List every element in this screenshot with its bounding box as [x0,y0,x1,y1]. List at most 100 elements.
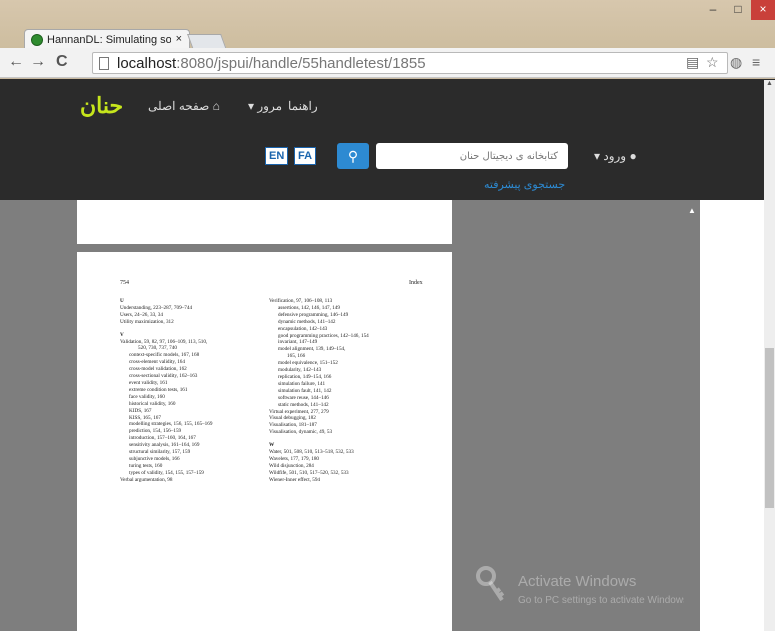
index-entry: encapsulation, 142–143 [278,325,328,332]
user-icon: ● [629,149,637,163]
menu-icon[interactable]: ≡ [752,54,760,70]
back-icon[interactable]: ← [8,53,24,71]
caret-down-icon: ▾ [594,149,601,163]
reload-icon[interactable]: C [56,53,68,71]
maximize-button[interactable]: □ [727,0,749,20]
index-entry: Validation, 59, 82, 97, 106–109, 113, 51… [120,338,208,345]
nav-browse-menu[interactable]: ▾ مرور [248,99,282,113]
index-entry: software reuse, 144–146 [278,394,329,401]
index-entry: modularity, 142–143 [278,367,322,374]
index-entry: Visual debugging, 182 [269,415,316,422]
index-column-left: U Understanding, 223–287, 709–744 Users, 2… [120,298,260,484]
index-entry: static methods, 141–142 [278,401,329,408]
login-menu[interactable]: ▾ ورود ● [594,149,637,163]
index-entry: Virtual experiment, 277, 279 [269,408,329,415]
index-entry: simulation fault, 141, 142 [278,387,332,394]
index-entry: model alignment, 139, 149–154, [278,346,346,353]
index-entry: cross-sectional validity, 162–163 [129,373,198,380]
scroll-up-icon[interactable]: ▲ [688,206,696,215]
index-entry: subjunctive models, 166 [129,455,180,462]
search-button[interactable]: ⚲ [337,143,369,169]
caret-down-icon: ▾ [248,99,255,113]
page-header: Index [409,280,423,286]
index-entry: Understanding, 223–287, 709–744 [120,304,193,311]
browser-titlebar: HannanDL: Simulating so × – □ × [0,0,775,51]
index-entry: model equivalence, 151–152 [278,360,338,367]
key-icon [476,566,505,602]
address-bar[interactable]: localhost:8080/jspui/handle/55handletest… [92,52,728,74]
document-page [77,200,452,244]
index-entry: KIDS, 167 [129,407,152,414]
index-entry: turing tests, 160 [129,462,163,469]
site-header: حنان صفحه اصلی ⌂ ▾ مرور راهنما EN FA ⚲ ▾… [0,79,775,200]
index-entry: invariant, 147–149 [278,339,318,346]
index-entry: Wiener-Inner effect, 594 [269,476,321,483]
index-entry: structural similarity, 157, 159 [129,449,191,456]
index-entry: Water, 501, 508, 510, 513–518, 532, 533 [269,449,354,456]
index-entry: historical validity, 160 [129,400,176,407]
index-entry: context-specific models, 167, 168 [129,352,200,359]
site-favicon-icon [31,34,43,46]
index-entry: Verification, 97, 106–108, 113 [269,298,333,304]
lang-en-button[interactable]: EN [265,147,289,165]
index-entry: Verbal argumentation, 98 [120,476,173,483]
index-entry: Visualisation, dynamic, 49, 53 [269,429,333,436]
lang-fa-button[interactable]: FA [294,147,317,165]
index-entry: KISS, 165, 167 [129,414,161,421]
page-number: 754 [120,280,129,286]
globe-icon[interactable]: ◍ [730,54,742,71]
index-letter-heading: V [120,331,124,338]
index-letter-heading: W [269,442,275,449]
index-entry: replication, 149–154, 166 [278,373,332,380]
nav-help-link[interactable]: راهنما [288,99,318,113]
home-icon: ⌂ [212,99,220,113]
activate-windows-subtitle: Go to PC settings to activate Windows. [518,595,691,606]
document-viewer[interactable]: 754 Index U Understanding, 223–287, 709–7… [0,200,700,631]
activate-windows-title: Activate Windows [518,573,637,590]
index-entry: defensive programming, 146–149 [278,311,349,318]
index-column-right: Verification, 97, 106–108, 113 assertions… [269,298,444,484]
search-icon: ⚲ [347,148,359,164]
search-input[interactable] [376,143,568,169]
index-entry: types of validity, 154, 155, 157–159 [129,469,204,476]
index-entry: cross-element validity, 164 [129,359,185,366]
index-entry: sensitivity analysis, 161–164, 169 [129,442,200,449]
index-entry: Visualisation, 181–187 [269,422,317,429]
index-entry: dynamic methods, 141–142 [278,318,336,325]
browser-toolbar: ← → C localhost:8080/jspui/handle/55hand… [0,48,775,78]
index-entry: modelling strategies, 156, 155, 165–169 [129,421,213,428]
index-letter-heading: U [120,298,124,304]
site-logo[interactable]: حنان [80,93,125,119]
index-entry: Wavelets, 177, 179, 180 [269,455,320,462]
index-entry: cross-model validation, 162 [129,366,187,373]
advanced-search-link[interactable]: جستجوی پیشرفته [484,178,565,191]
index-entry: assertions, 142, 146, 147, 149 [278,304,340,311]
index-entry: prediction, 154, 156–159 [129,428,182,435]
minimize-button[interactable]: – [701,0,725,20]
index-entry: Wild disjunction, 284 [269,462,314,469]
index-entry: 165, 166 [287,353,306,360]
tab-close-icon[interactable]: × [176,33,182,45]
forward-icon[interactable]: → [30,53,46,71]
viewer-scrollbar[interactable]: ▲ [684,206,700,631]
index-entry: extreme condition tests, 161 [129,386,188,393]
index-entry: Utility maximization, 312 [120,318,174,325]
url-text: localhost:8080/jspui/handle/55handletest… [117,55,426,72]
index-entry: good programming practices, 142–146, 154 [278,332,369,339]
tab-title: HannanDL: Simulating so [47,34,171,46]
page-icon [99,57,109,70]
nav-home-link[interactable]: صفحه اصلی ⌂ [148,99,220,113]
bookmark-star-icon[interactable]: ☆ [706,54,719,71]
index-entry: event validity, 161 [129,379,168,386]
translate-icon[interactable]: ▤ [686,54,699,71]
index-entry: Wildfife, 501, 510, 517–520, 532, 533 [269,469,349,476]
document-page: 754 Index U Understanding, 223–287, 709–7… [77,252,452,631]
scrollbar-thumb[interactable] [765,348,774,508]
page-scrollbar[interactable]: ▲ [764,80,775,631]
close-window-button[interactable]: × [751,0,775,20]
index-entry: introduction, 157–160, 164, 167 [129,435,196,442]
scroll-up-icon[interactable]: ▲ [766,80,773,87]
index-entry: Users, 24–26, 33, 34 [120,311,163,318]
index-entry: face validity, 160 [129,393,165,400]
index-entry: simulation failure, 141 [278,380,326,387]
